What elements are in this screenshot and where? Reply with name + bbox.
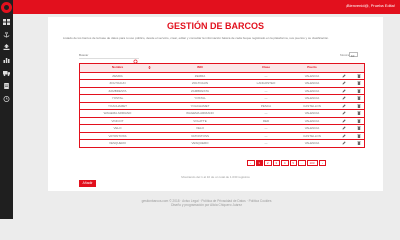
sidebar	[0, 0, 13, 219]
trash-icon[interactable]	[351, 140, 366, 147]
column-header-nombre[interactable]: Nombre	[80, 64, 155, 72]
add-ship-button[interactable]: Añadir	[79, 180, 96, 187]
column-header-puerto[interactable]: Puerto	[287, 64, 337, 72]
pagination-page[interactable]: 3	[272, 160, 280, 166]
cell-nombre: VESQUERO	[108, 141, 126, 145]
column-header-imo[interactable]: IMO	[155, 64, 245, 72]
cell-imo: VESQUERO	[191, 141, 209, 145]
table-row: ZAMBRESTA ZAMBRESTA — VALENCIA	[80, 86, 364, 95]
table-row: ZOLTOAUN ZOLTOAUN LANGOSTEO VALENCIA	[80, 79, 364, 87]
pagination-page[interactable]: 5	[289, 160, 297, 166]
table-row: VINICOT VOLATTE RED VALENCIA	[80, 116, 364, 125]
search-icon[interactable]	[133, 52, 139, 65]
sort-icon[interactable]	[148, 66, 151, 69]
grid-icon[interactable]	[3, 19, 10, 25]
ships-table: Nombre IMO Clase Puerto ZEMRA ZEMRA — VALEN…	[79, 63, 365, 148]
chart-icon[interactable]	[3, 57, 10, 63]
top-bar: ¡Bienvenid@, Prueba Edita!	[13, 0, 400, 14]
table-header-row: Nombre IMO Clase Puerto	[80, 64, 364, 72]
upload-icon[interactable]	[3, 44, 10, 50]
edit-icon[interactable]	[337, 140, 351, 147]
table-body: ZEMRA ZEMRA — VALENCIA ZOLTOAUN ZOLTOAUN LANGO…	[80, 71, 364, 147]
pagination-page[interactable]: 4	[281, 160, 289, 166]
footer: gestionbarcos.com © 2018 · Aviso Legal ·…	[13, 199, 400, 207]
table-row: WAGEMA ARRIANO WAGEMA ARRIANO — VALENCIA	[80, 109, 364, 117]
table-row: ZEMRA ZEMRA — VALENCIA	[80, 71, 364, 80]
rows-per-page-select[interactable]: 10	[349, 52, 358, 67]
records-summary: Mostrando del 1 al 10 de un total de 1.0…	[181, 175, 250, 179]
search-input[interactable]	[79, 52, 131, 58]
clock-icon[interactable]	[3, 96, 10, 102]
pagination-page[interactable]: 103	[306, 160, 318, 166]
welcome-message: ¡Bienvenid@, Prueba Edita!	[345, 3, 395, 8]
truck-icon[interactable]	[3, 70, 10, 76]
pagination-next[interactable]: ›	[318, 160, 326, 166]
footer-credits: Diseño y programación por Alicia Chiquer…	[171, 203, 242, 208]
logo[interactable]	[1, 2, 12, 13]
main-card: GESTIÓN DE BARCOS Listado de los barcos …	[48, 17, 383, 191]
table-row: VESQUERO VESQUERO — VALENCIA	[80, 139, 364, 147]
pagination: ‹ 1 2 3 4 5… 103 ›	[247, 160, 327, 166]
column-header-clase[interactable]: Clase	[245, 64, 287, 72]
page-title: GESTIÓN DE BARCOS	[166, 21, 264, 31]
document-icon[interactable]	[3, 83, 10, 89]
page-description: Listado de los barcos de la base de dato…	[63, 36, 329, 40]
table-row: VELO VELO — VALENCIA	[80, 124, 364, 132]
pagination-prev[interactable]: ‹	[247, 160, 255, 166]
table-row: YOACHAMET YOACHAMET PESCA CASTELLON	[80, 101, 364, 110]
pagination-page[interactable]: 2	[264, 160, 272, 166]
search-box	[79, 52, 139, 65]
chevron-down-icon	[353, 54, 357, 67]
table-row: VATONTOSS VATONTOSS — CASTELLON	[80, 131, 364, 140]
pagination-page[interactable]: 1	[255, 160, 263, 166]
anchor-icon[interactable]	[3, 32, 10, 38]
cell-puerto: VALENCIA	[304, 141, 320, 145]
pagination-page[interactable]: …	[298, 160, 306, 166]
cell-clase: —	[264, 141, 268, 145]
table-row: YOSTAL YOSTAL — VALENCIA	[80, 94, 364, 102]
